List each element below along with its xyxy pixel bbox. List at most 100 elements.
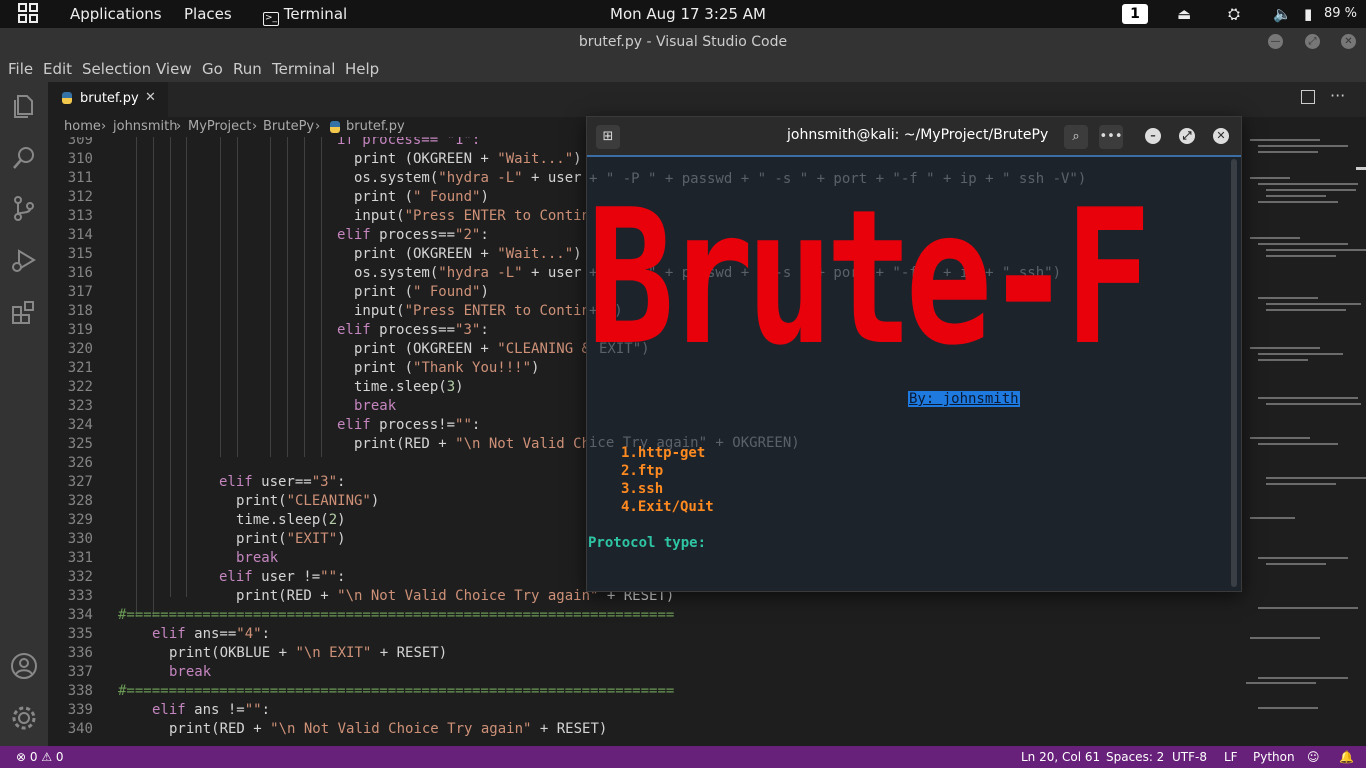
applications-menu[interactable]: Applications (70, 5, 162, 23)
workspace-indicator[interactable]: 1 (1122, 4, 1148, 24)
places-menu[interactable]: Places (184, 5, 232, 23)
line-number: 324 (67, 417, 93, 433)
line-number: 332 (67, 569, 93, 585)
code-line: os.system("hydra -L" + user (354, 265, 582, 281)
search-icon[interactable] (10, 144, 38, 172)
explorer-icon[interactable] (10, 92, 38, 120)
code-token: : (337, 474, 346, 490)
option-ssh: 3.ssh (621, 481, 664, 497)
code-token: print(RED + (236, 588, 338, 604)
apps-grid-icon[interactable] (18, 3, 38, 27)
code-token: break (354, 398, 397, 414)
line-number: 334 (67, 607, 93, 623)
menu-terminal[interactable]: Terminal (272, 60, 335, 78)
tab-brutef-py[interactable]: brutef.py ✕ (48, 82, 168, 117)
terminal-maximize-icon[interactable]: ⤢ (1179, 128, 1195, 144)
cursor-position[interactable]: Ln 20, Col 61 (1021, 750, 1100, 764)
settings-gear-icon[interactable] (10, 704, 38, 732)
code-token: " Found" (413, 189, 481, 205)
run-debug-icon[interactable] (10, 246, 38, 274)
source-control-icon[interactable] (10, 194, 38, 222)
breadcrumb-project[interactable]: MyProject (188, 119, 251, 134)
breadcrumb-folder[interactable]: BrutePy (263, 119, 314, 134)
line-number: 336 (67, 645, 93, 661)
restore-icon[interactable]: ⤢ (1305, 34, 1320, 49)
line-number: 323 (67, 398, 93, 414)
code-token: "EXIT" (286, 531, 338, 547)
network-icon[interactable]: ⛭ (1228, 5, 1240, 23)
tab-label: brutef.py (80, 91, 139, 106)
extensions-icon[interactable] (10, 298, 38, 326)
code-line: elif process!="": (337, 417, 480, 433)
end-of-line[interactable]: LF (1224, 750, 1238, 764)
code-token: : (261, 702, 271, 718)
menu-help[interactable]: Help (345, 60, 379, 78)
code-token: ) (480, 284, 489, 300)
code-token: ) (455, 379, 464, 395)
status-bar: ⊗ 0 ⚠ 0 Ln 20, Col 61 Spaces: 2 UTF-8 LF… (0, 746, 1366, 768)
line-number: 329 (67, 512, 93, 528)
line-number: 321 (67, 360, 93, 376)
menu-selection[interactable]: Selection (82, 60, 151, 78)
breadcrumb-user[interactable]: johnsmith (113, 119, 177, 134)
indentation[interactable]: Spaces: 2 (1106, 750, 1164, 764)
breadcrumb-file[interactable]: brutef.py (346, 119, 405, 134)
code-line: print (OKGREEN + "CLEANING & (354, 341, 598, 357)
code-token: + RESET) (371, 645, 448, 661)
minimize-icon[interactable]: — (1268, 34, 1283, 49)
language-mode[interactable]: Python (1253, 750, 1295, 764)
terminal-app-label: Terminal (283, 5, 348, 23)
line-number: 312 (67, 189, 93, 205)
terminal-app-menu[interactable]: >_ Terminal (263, 5, 347, 26)
tab-close-icon[interactable]: ✕ (145, 90, 156, 105)
close-icon[interactable]: ✕ (1341, 34, 1356, 49)
line-number: 319 (67, 322, 93, 338)
code-token: #=======================================… (118, 683, 675, 699)
code-line: if process== "1": (337, 137, 480, 148)
code-token: break (169, 664, 212, 680)
menu-file[interactable]: File (8, 60, 33, 78)
menu-run[interactable]: Run (233, 60, 262, 78)
code-token: "" (320, 569, 338, 585)
code-token: os.system( (354, 170, 439, 186)
clock[interactable]: Mon Aug 17 3:25 AM (610, 5, 766, 23)
account-icon[interactable] (10, 652, 38, 680)
terminal-minimize-icon[interactable]: – (1145, 128, 1161, 144)
menu-go[interactable]: Go (202, 60, 223, 78)
feedback-icon[interactable]: ☺ (1307, 750, 1320, 764)
eject-icon[interactable]: ⏏ (1177, 5, 1191, 23)
code-line: break (169, 664, 211, 680)
more-actions-icon[interactable]: ··· (1330, 86, 1345, 105)
volume-icon[interactable]: 🔈 (1273, 5, 1292, 23)
terminal-output[interactable]: + " -P " + passwd + " -s " + port + "-f … (587, 155, 1241, 591)
breadcrumb-home[interactable]: home (64, 119, 101, 134)
problems-indicator[interactable]: ⊗ 0 ⚠ 0 (16, 750, 64, 764)
code-line: print ("Thank You!!!") (354, 360, 539, 376)
code-token: time.sleep( (236, 512, 329, 528)
python-file-icon (62, 92, 72, 104)
code-line: elif process=="2": (337, 227, 489, 243)
code-token: "Thank You!!!" (413, 360, 532, 376)
code-token: "3" (311, 474, 338, 490)
code-token: + user (522, 170, 582, 186)
new-tab-icon[interactable]: ⊞ (596, 125, 620, 149)
minimap[interactable] (1238, 137, 1366, 746)
notifications-bell-icon[interactable]: 🔔 (1339, 750, 1354, 764)
terminal-scrollbar[interactable] (1231, 159, 1237, 587)
code-token: 3 (446, 379, 456, 395)
code-line: elif process=="3": (337, 322, 489, 338)
code-token: if process== "1": (337, 137, 481, 148)
terminal-search-icon[interactable]: ⌕ (1064, 125, 1088, 149)
code-token: input( (354, 303, 405, 319)
menu-edit[interactable]: Edit (43, 60, 72, 78)
code-token: print( (236, 531, 287, 547)
line-number: 314 (67, 227, 93, 243)
terminal-menu-icon[interactable]: ••• (1099, 125, 1123, 149)
code-token: : (261, 626, 271, 642)
battery-icon[interactable]: ▮ (1304, 5, 1312, 23)
split-editor-icon[interactable] (1301, 90, 1315, 104)
terminal-close-icon[interactable]: ✕ (1213, 128, 1229, 144)
menu-view[interactable]: View (156, 60, 192, 78)
terminal-window[interactable]: ⊞ johnsmith@kali: ~/MyProject/BrutePy ⌕ … (586, 116, 1242, 592)
encoding[interactable]: UTF-8 (1172, 750, 1207, 764)
